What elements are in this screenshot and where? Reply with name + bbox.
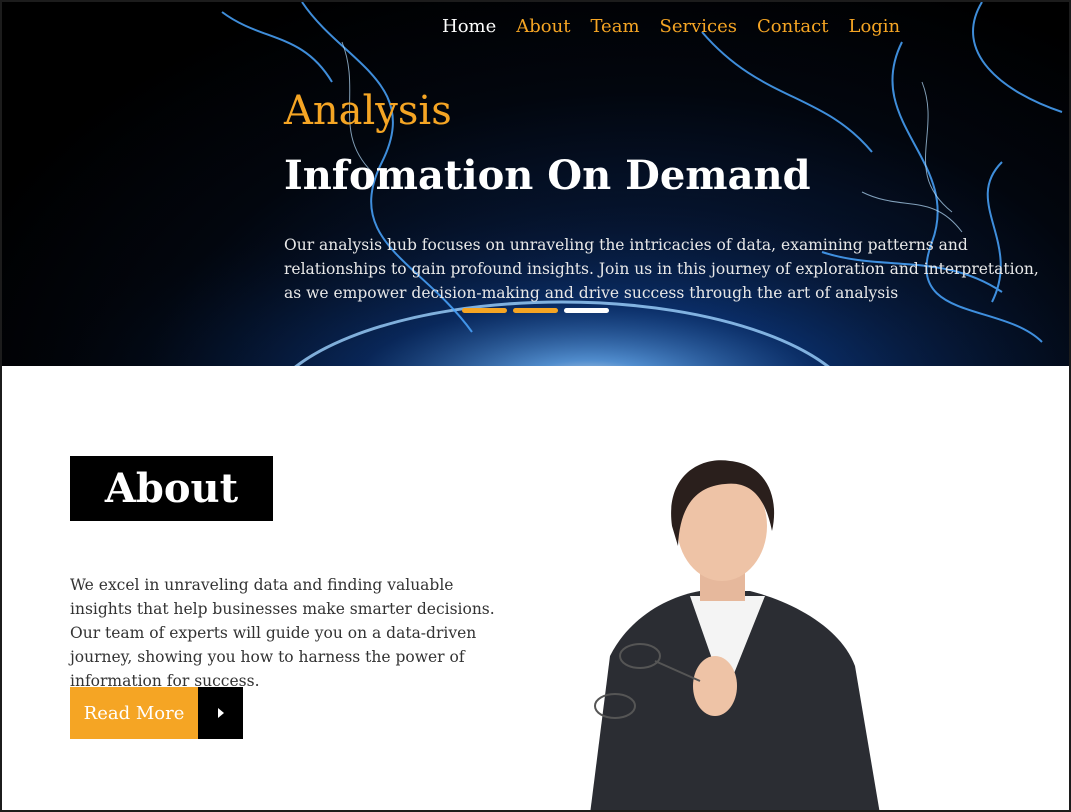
nav-about-link[interactable]: About — [516, 16, 570, 37]
slider-indicators — [462, 308, 609, 313]
slider-dot-1[interactable] — [462, 308, 507, 313]
nav-login-link[interactable]: Login — [848, 16, 900, 37]
nav-contact-link[interactable]: Contact — [757, 16, 828, 37]
arrow-right-icon[interactable] — [198, 687, 243, 739]
read-more-label[interactable]: Read More — [70, 687, 198, 739]
about-description: We excel in unraveling data and finding … — [70, 576, 495, 690]
about-heading: About — [104, 465, 239, 512]
nav-home-link[interactable]: Home — [442, 16, 496, 37]
read-more-button[interactable]: Read More — [70, 687, 243, 739]
hero-description: Our analysis hub focuses on unraveling t… — [284, 236, 1039, 302]
nav-team-link[interactable]: Team — [590, 16, 639, 37]
nav-services-link[interactable]: Services — [660, 16, 737, 37]
page: Home About Team Services Contact Login A… — [0, 0, 1071, 812]
hero-subtitle: Analysis — [284, 88, 452, 134]
hero-title: Infomation On Demand — [284, 152, 811, 199]
about-photo — [550, 456, 895, 810]
businesswoman-portrait-image — [550, 456, 895, 810]
hero-banner: Home About Team Services Contact Login A… — [2, 2, 1069, 366]
about-heading-box: About — [70, 456, 273, 521]
main-nav: Home About Team Services Contact Login — [442, 16, 900, 37]
slider-dot-3[interactable] — [564, 308, 609, 313]
slider-dot-2[interactable] — [513, 308, 558, 313]
